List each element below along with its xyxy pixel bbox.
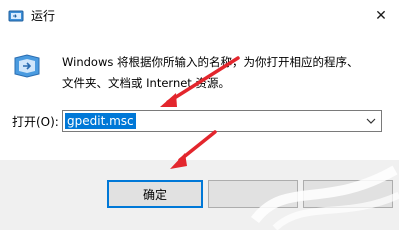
ok-button-label: 确定 [142,187,167,202]
window-title: 运行 [31,9,56,23]
close-icon: ✕ [375,8,387,24]
watermark-graphic [251,165,399,230]
run-app-icon [8,10,24,22]
run-dialog-icon [14,54,40,78]
open-input[interactable]: gpedit.msc [65,113,136,129]
title-bar: 运行 ✕ [0,0,399,32]
ok-button[interactable]: 确定 [107,180,203,208]
dropdown-button[interactable] [361,111,381,131]
open-label: 打开(O): [12,115,59,129]
chevron-down-icon [366,118,376,124]
open-combobox[interactable]: gpedit.msc [62,110,382,132]
close-button[interactable]: ✕ [363,0,399,32]
dialog-description: Windows 将根据你所输入的名称，为你打开相应的程序、 文件夹、文档或 In… [62,55,359,90]
